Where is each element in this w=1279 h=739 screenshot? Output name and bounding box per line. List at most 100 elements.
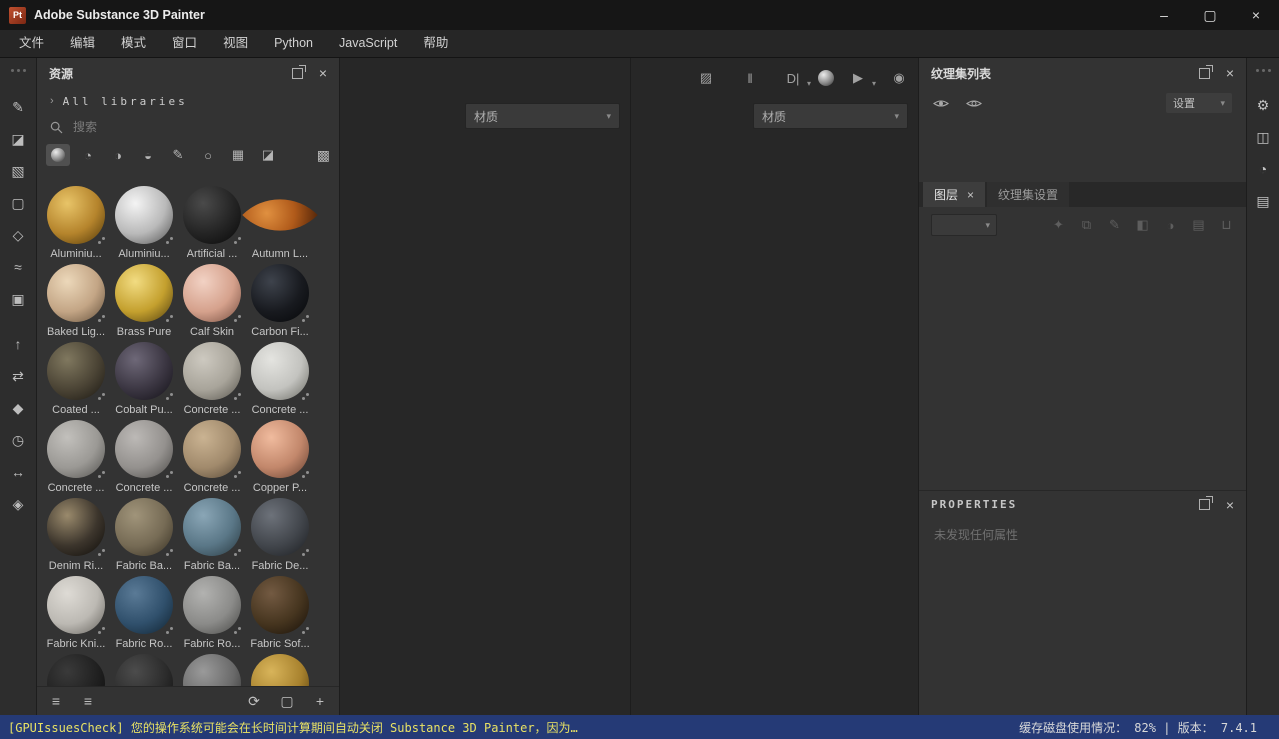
- show-all-eye-icon[interactable]: [966, 98, 982, 109]
- material-item[interactable]: Fabric Ba...: [178, 498, 246, 576]
- menu-item-4[interactable]: 视图: [210, 30, 261, 57]
- material-item[interactable]: Autumn L...: [246, 186, 314, 264]
- menu-item-3[interactable]: 窗口: [159, 30, 210, 57]
- filter-brushes-icon[interactable]: ✎: [166, 144, 190, 166]
- close-panel-icon[interactable]: ×: [1226, 500, 1234, 510]
- material-item[interactable]: [178, 654, 246, 686]
- material-item[interactable]: Denim Ri...: [42, 498, 110, 576]
- add-paint-layer-icon[interactable]: ✎: [1107, 218, 1122, 233]
- history-panel-icon[interactable]: ◔: [1252, 158, 1274, 180]
- filter-smart-materials-icon[interactable]: ◔: [76, 144, 100, 166]
- refresh-icon[interactable]: ⟳: [245, 692, 263, 710]
- delete-layer-icon[interactable]: ⊔: [1219, 218, 1234, 233]
- material-dropdown-right[interactable]: 材质 ▾: [753, 103, 908, 129]
- resources-updater-icon[interactable]: ⇄: [7, 365, 29, 387]
- material-item[interactable]: Baked Lig...: [42, 264, 110, 342]
- tab-layers[interactable]: 图层 ×: [923, 182, 985, 207]
- pane-divider[interactable]: [630, 58, 631, 715]
- smudge-tool-icon[interactable]: ≈: [7, 256, 29, 278]
- projection-tool-icon[interactable]: ▧: [7, 160, 29, 182]
- material-item[interactable]: Aluminiu...: [110, 186, 178, 264]
- list-display-options-icon[interactable]: ≡: [47, 692, 65, 710]
- menu-item-7[interactable]: 帮助: [410, 30, 461, 57]
- close-panel-icon[interactable]: ×: [319, 68, 327, 78]
- undock-panel-icon[interactable]: [292, 68, 303, 79]
- polygon-fill-tool-icon[interactable]: ◇: [7, 224, 29, 246]
- viewport[interactable]: ▨ ‖ D| ▶ ◉ 材质 ▾ 材质 ▾: [340, 58, 918, 715]
- material-item[interactable]: Concrete ...: [42, 420, 110, 498]
- filter-textures-icon[interactable]: ▦: [226, 144, 250, 166]
- settings-icon[interactable]: ⚙: [1252, 94, 1274, 116]
- share-icon[interactable]: ↑: [7, 333, 29, 355]
- material-item[interactable]: Fabric Kni...: [42, 576, 110, 654]
- display-mode-icon[interactable]: D|: [782, 67, 804, 89]
- material-item[interactable]: Carbon Fi...: [246, 264, 314, 342]
- material-item[interactable]: Aluminiu...: [42, 186, 110, 264]
- menu-item-1[interactable]: 编辑: [57, 30, 108, 57]
- material-item[interactable]: Artificial ...: [178, 186, 246, 264]
- material-dropdown-left[interactable]: 材质 ▾: [465, 103, 620, 129]
- material-view-icon[interactable]: [815, 67, 837, 89]
- material-item[interactable]: Cobalt Pu...: [110, 342, 178, 420]
- filter-smart-masks-icon[interactable]: ◑: [106, 144, 130, 166]
- list-sort-options-icon[interactable]: ≡: [79, 692, 97, 710]
- material-item[interactable]: Concrete ...: [110, 420, 178, 498]
- camera-video-icon[interactable]: ▶: [847, 67, 869, 89]
- add-effect-icon[interactable]: ✦: [1051, 218, 1066, 233]
- material-item[interactable]: Coated ...: [42, 342, 110, 420]
- tab-texture-set-settings[interactable]: 纹理集设置: [987, 182, 1069, 207]
- history-icon[interactable]: ◷: [7, 429, 29, 451]
- add-resource-icon[interactable]: +: [311, 692, 329, 710]
- close-tab-icon[interactable]: ×: [967, 190, 974, 200]
- license-icon[interactable]: ◈: [7, 493, 29, 515]
- material-item[interactable]: [110, 654, 178, 686]
- filter-alphas-icon[interactable]: ○: [196, 144, 220, 166]
- clone-tool-icon[interactable]: ▣: [7, 288, 29, 310]
- pause-engine-icon[interactable]: ‖: [739, 67, 761, 89]
- material-item[interactable]: Fabric Ro...: [178, 576, 246, 654]
- menu-item-0[interactable]: 文件: [6, 30, 57, 57]
- selection-disabled-icon[interactable]: ▨: [695, 67, 717, 89]
- material-item[interactable]: [246, 654, 314, 686]
- add-fill-layer-icon[interactable]: ◧: [1135, 218, 1150, 233]
- display-settings-icon[interactable]: ◫: [1252, 126, 1274, 148]
- filter-filters-icon[interactable]: ◒: [136, 144, 160, 166]
- material-item[interactable]: Fabric Ro...: [110, 576, 178, 654]
- grid-view-icon[interactable]: ▩: [317, 147, 330, 164]
- blend-mode-dropdown[interactable]: ▾: [931, 214, 997, 236]
- close-button[interactable]: ×: [1233, 0, 1279, 30]
- screenshot-icon[interactable]: ◉: [888, 67, 910, 89]
- add-mask-icon[interactable]: ◑: [1163, 218, 1178, 233]
- material-item[interactable]: Concrete ...: [246, 342, 314, 420]
- material-item[interactable]: Calf Skin: [178, 264, 246, 342]
- material-item[interactable]: Concrete ...: [178, 420, 246, 498]
- texture-set-settings-dropdown[interactable]: 设置 ▾: [1166, 93, 1232, 113]
- material-item[interactable]: Fabric Sof...: [246, 576, 314, 654]
- material-item[interactable]: Concrete ...: [178, 342, 246, 420]
- material-item[interactable]: Brass Pure: [110, 264, 178, 342]
- menu-item-2[interactable]: 模式: [108, 30, 159, 57]
- library-selector[interactable]: › All libraries: [37, 88, 339, 114]
- material-item[interactable]: Fabric Ba...: [110, 498, 178, 576]
- log-panel-icon[interactable]: ▤: [1252, 190, 1274, 212]
- maximize-button[interactable]: ▢: [1187, 0, 1233, 30]
- menu-item-5[interactable]: Python: [261, 30, 326, 57]
- material-item[interactable]: [42, 654, 110, 686]
- stencil-tool-icon[interactable]: ▢: [7, 192, 29, 214]
- minimize-button[interactable]: –: [1141, 0, 1187, 30]
- material-item[interactable]: Copper P...: [246, 420, 314, 498]
- copy-layer-icon[interactable]: ⧉: [1079, 218, 1094, 233]
- assets-icon[interactable]: ◆: [7, 397, 29, 419]
- material-item[interactable]: Fabric De...: [246, 498, 314, 576]
- undock-panel-icon[interactable]: [1199, 68, 1210, 79]
- menu-item-6[interactable]: JavaScript: [326, 30, 410, 57]
- eraser-tool-icon[interactable]: ◪: [7, 128, 29, 150]
- expand-icon[interactable]: ↔: [7, 461, 29, 483]
- frame-view-icon[interactable]: ▢: [278, 692, 296, 710]
- paint-tool-icon[interactable]: ✎: [7, 96, 29, 118]
- add-group-icon[interactable]: ▤: [1191, 218, 1206, 233]
- filter-materials-icon[interactable]: [46, 144, 70, 166]
- filter-environments-icon[interactable]: ◪: [256, 144, 280, 166]
- search-input[interactable]: [71, 119, 295, 135]
- undock-panel-icon[interactable]: [1199, 499, 1210, 510]
